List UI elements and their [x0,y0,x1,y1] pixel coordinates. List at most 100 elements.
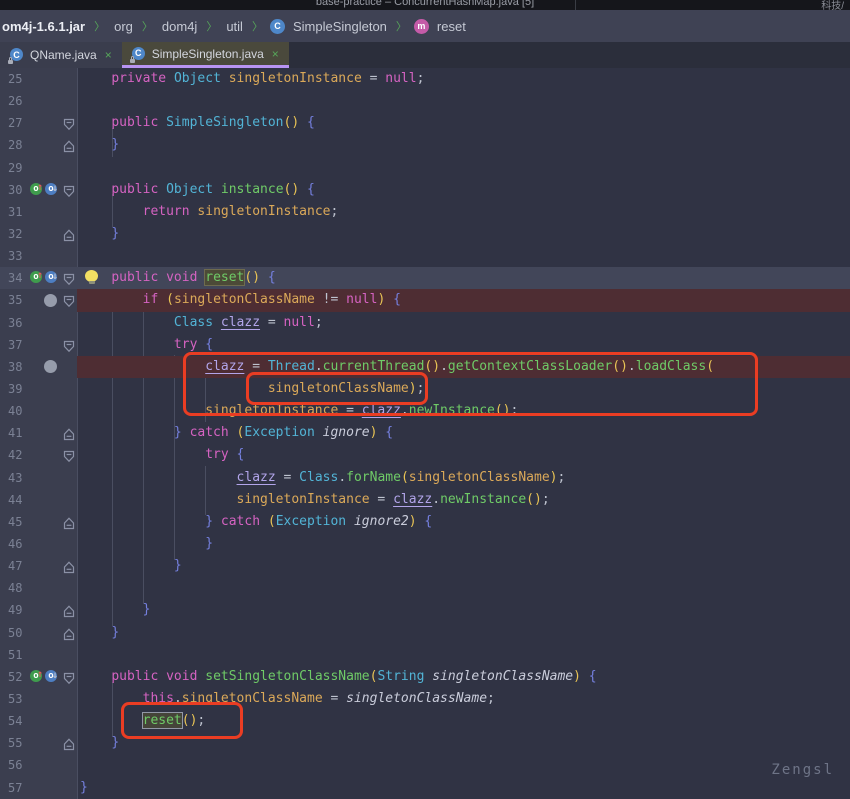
close-icon[interactable]: × [105,48,112,62]
editor-line[interactable]: 51 [0,644,850,666]
gutter-cell[interactable]: 30oo [0,179,77,201]
fold-close-icon[interactable] [63,559,75,572]
editor-line[interactable]: 39 singletonClassName); [0,378,850,400]
gutter-cell[interactable]: 45 [0,511,77,533]
fold-close-icon[interactable] [63,736,75,749]
code-text[interactable]: singletonInstance = clazz.newInstance(); [77,489,850,511]
editor-line[interactable]: 31 return singletonInstance; [0,201,850,223]
editor-line[interactable]: 50 } [0,622,850,644]
editor-line[interactable]: 28 } [0,134,850,156]
gutter-cell[interactable]: 31 [0,201,77,223]
gutter-cell[interactable]: 40 [0,400,77,422]
editor-line[interactable]: 26 [0,90,850,112]
gutter-cell[interactable]: 28 [0,134,77,156]
code-text[interactable]: } catch (Exception ignore2) { [77,511,850,533]
gutter-cell[interactable]: 47 [0,555,77,577]
gutter-cell[interactable]: 38 [0,356,77,378]
editor-line[interactable]: 53 this.singletonClassName = singletonCl… [0,688,850,710]
gutter-cell[interactable]: 57 [0,777,77,799]
editor-line[interactable]: 32 } [0,223,850,245]
editor-line[interactable]: 43 clazz = Class.forName(singletonClassN… [0,467,850,489]
editor-line[interactable]: 35 if (singletonClassName != null) { [0,289,850,311]
fold-open-icon[interactable] [63,448,75,461]
editor-line[interactable]: 46 } [0,533,850,555]
gutter-cell[interactable]: 25 [0,68,77,90]
code-text[interactable]: clazz = Thread.currentThread().getContex… [77,356,850,378]
fold-open-icon[interactable] [63,670,75,683]
code-text[interactable]: } [77,555,850,577]
editor-line[interactable]: 57} [0,777,850,799]
code-text[interactable]: singletonInstance = clazz.newInstance(); [77,400,850,422]
gutter-cell[interactable]: 54 [0,710,77,732]
breadcrumb-item-util[interactable]: util [224,19,245,34]
editor-line[interactable]: 36 Class clazz = null; [0,312,850,334]
gutter-cell[interactable]: 43 [0,467,77,489]
code-text[interactable]: } [77,223,850,245]
gutter-cell[interactable]: 56 [0,754,77,776]
gutter-cell[interactable]: 50 [0,622,77,644]
fold-open-icon[interactable] [63,293,75,306]
code-text[interactable]: public Object instance() { [77,179,850,201]
code-text[interactable] [77,157,850,179]
close-icon[interactable]: × [272,47,279,61]
tab-simplesingleton-java[interactable]: C SimpleSingleton.java × [122,42,289,68]
code-text[interactable]: public void setSingletonClassName(String… [77,666,850,688]
fold-open-icon[interactable] [63,271,75,284]
code-text[interactable]: } [77,732,850,754]
editor-line[interactable]: 45 } catch (Exception ignore2) { [0,511,850,533]
code-text[interactable]: if (singletonClassName != null) { [77,289,850,311]
editor-line[interactable]: 47 } [0,555,850,577]
editor-line[interactable]: 38 clazz = Thread.currentThread().getCon… [0,356,850,378]
fold-open-icon[interactable] [63,116,75,129]
gutter-cell[interactable]: 34oo [0,267,77,289]
overrides-up-icon[interactable]: o [30,183,42,195]
fold-open-icon[interactable] [63,183,75,196]
code-text[interactable]: } [77,777,850,799]
code-text[interactable]: singletonClassName); [77,378,850,400]
code-text[interactable]: try { [77,444,850,466]
editor-line[interactable]: 56 [0,754,850,776]
code-text[interactable]: } [77,134,850,156]
overridden-down-icon[interactable]: o [45,183,57,195]
editor-line[interactable]: 49 } [0,599,850,621]
code-text[interactable]: public SimpleSingleton() { [77,112,850,134]
gutter-cell[interactable]: 41 [0,422,77,444]
gutter-cell[interactable]: 42 [0,444,77,466]
code-text[interactable]: reset(); [77,710,850,732]
code-text[interactable]: return singletonInstance; [77,201,850,223]
gutter-cell[interactable]: 51 [0,644,77,666]
editor-line[interactable]: 37 try { [0,334,850,356]
editor-line[interactable]: 52oo public void setSingletonClassName(S… [0,666,850,688]
gutter-cell[interactable]: 53 [0,688,77,710]
code-text[interactable] [77,644,850,666]
editor-line[interactable]: 44 singletonInstance = clazz.newInstance… [0,489,850,511]
editor-line[interactable]: 40 singletonInstance = clazz.newInstance… [0,400,850,422]
code-text[interactable]: this.singletonClassName = singletonClass… [77,688,850,710]
breadcrumb-item-org[interactable]: org [112,19,135,34]
tab-qname-java[interactable]: C QName.java × [0,42,122,68]
editor-line[interactable]: 33 [0,245,850,267]
gutter-cell[interactable]: 37 [0,334,77,356]
fold-close-icon[interactable] [63,603,75,616]
gutter-cell[interactable]: 46 [0,533,77,555]
gutter-cell[interactable]: 36 [0,312,77,334]
gutter-cell[interactable]: 33 [0,245,77,267]
editor-line[interactable]: 41 } catch (Exception ignore) { [0,422,850,444]
code-text[interactable]: Class clazz = null; [77,312,850,334]
gutter-cell[interactable]: 52oo [0,666,77,688]
code-text[interactable]: try { [77,334,850,356]
gutter-cell[interactable]: 55 [0,732,77,754]
breakpoint-muted-icon[interactable] [44,294,57,307]
fold-close-icon[interactable] [63,426,75,439]
breadcrumb-item-class[interactable]: C SimpleSingleton [270,19,389,34]
editor-line[interactable]: 30oo public Object instance() { [0,179,850,201]
gutter-cell[interactable]: 29 [0,157,77,179]
editor-line[interactable]: 55 } [0,732,850,754]
fold-close-icon[interactable] [63,227,75,240]
editor-line[interactable]: 42 try { [0,444,850,466]
code-text[interactable] [77,90,850,112]
fold-close-icon[interactable] [63,138,75,151]
code-editor[interactable]: 25 private Object singletonInstance = nu… [0,68,850,799]
gutter-cell[interactable]: 35 [0,289,77,311]
breakpoint-muted-icon[interactable] [44,360,57,373]
